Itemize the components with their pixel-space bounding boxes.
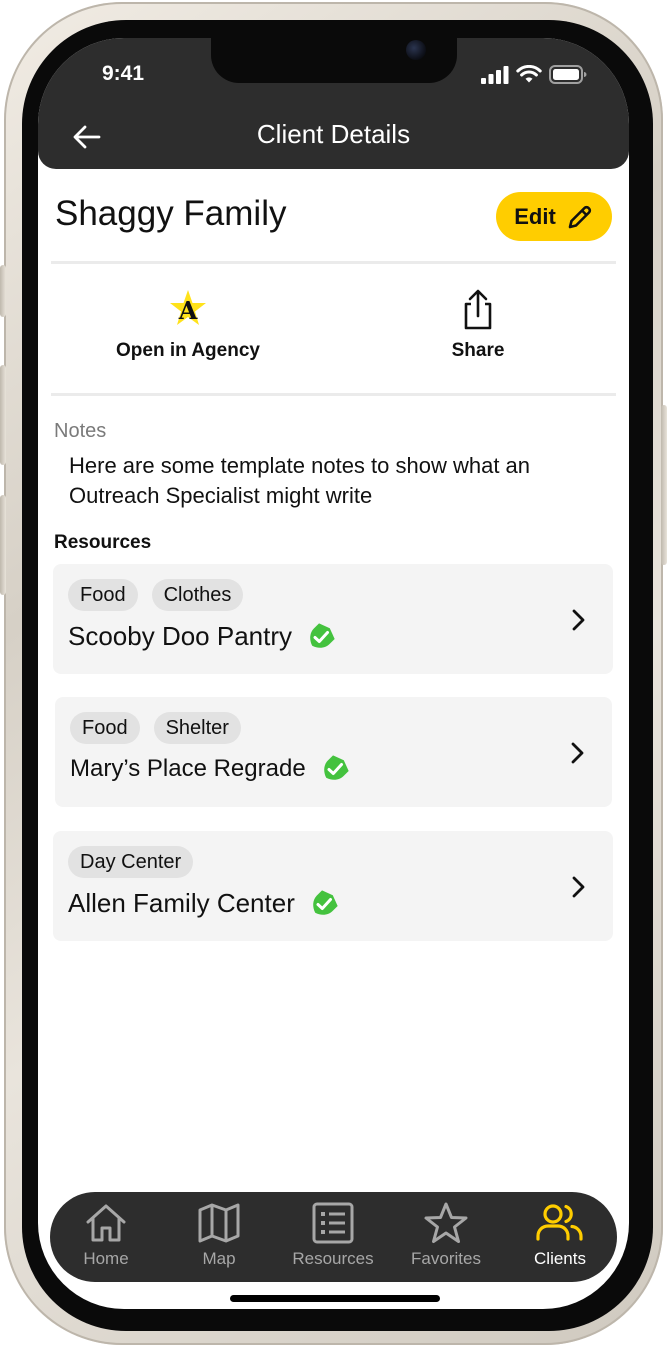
- resource-title: Scooby Doo Pantry: [68, 621, 293, 651]
- battery-icon: [549, 65, 587, 84]
- tab-home[interactable]: Home: [51, 1202, 161, 1269]
- open-in-agency-label: Open in Agency: [116, 340, 260, 361]
- phone-mute-switch: [0, 265, 6, 317]
- tab-map[interactable]: Map: [164, 1202, 274, 1269]
- home-indicator: [230, 1295, 440, 1302]
- tab-label: Home: [83, 1249, 129, 1268]
- resource-card[interactable]: Food Shelter Mary’s Place Regrade: [55, 697, 612, 807]
- tab-clients[interactable]: Clients: [505, 1202, 615, 1269]
- phone-volume-up: [0, 365, 6, 465]
- verified-badge-icon: [323, 755, 349, 780]
- status-time: 9:41: [102, 62, 145, 85]
- tag-list: Food Clothes: [68, 579, 244, 611]
- pencil-icon: [568, 205, 591, 228]
- tag-list: Day Center: [68, 846, 194, 878]
- tab-label: Resources: [292, 1249, 374, 1268]
- status-icons: [481, 65, 587, 84]
- map-icon: [198, 1203, 240, 1243]
- resource-title-row: Scooby Doo Pantry: [68, 621, 336, 652]
- tag: Shelter: [153, 712, 241, 744]
- resource-card[interactable]: Food Clothes Scooby Doo Pantry: [53, 564, 613, 674]
- tab-resources[interactable]: Resources: [278, 1202, 388, 1269]
- resource-title: Mary’s Place Regrade: [70, 755, 306, 782]
- agency-logo-icon: A: [170, 290, 206, 325]
- header-title: Client Details: [256, 119, 411, 149]
- star-icon: [424, 1202, 468, 1243]
- resource-card[interactable]: Day Center Allen Family Center: [53, 831, 613, 941]
- notes-label: Notes: [54, 420, 107, 442]
- verified-badge-icon: [313, 889, 338, 915]
- tab-label: Clients: [534, 1249, 586, 1268]
- share-icon: [464, 289, 492, 330]
- tag: Clothes: [151, 579, 244, 611]
- tab-label: Favorites: [411, 1249, 481, 1268]
- divider: [51, 393, 616, 396]
- verified-badge-icon: [310, 622, 335, 648]
- users-icon: [536, 1204, 583, 1241]
- resources-label: Resources: [54, 532, 152, 553]
- resource-title: Allen Family Center: [68, 888, 295, 918]
- phone-volume-down: [0, 495, 6, 595]
- client-name: Shaggy Family: [55, 194, 287, 233]
- chevron-right-icon: [571, 742, 584, 764]
- edit-button-label: Edit: [514, 203, 556, 229]
- cellular-signal-icon: [481, 65, 509, 84]
- tab-label: Map: [202, 1249, 236, 1268]
- wifi-icon: [516, 65, 542, 83]
- open-in-agency-action[interactable]: A Open in Agency: [88, 288, 288, 362]
- screen: 9:41 Client Details Shaggy Family Edit A…: [38, 38, 629, 1309]
- notes-text: Here are some template notes to show wha…: [69, 453, 531, 508]
- resource-title-row: Mary’s Place Regrade: [70, 754, 350, 784]
- tab-favorites[interactable]: Favorites: [391, 1202, 501, 1269]
- tag-list: Food Shelter: [70, 712, 241, 744]
- phone-power-button: [661, 405, 667, 565]
- tag: Food: [70, 712, 140, 744]
- tag: Food: [68, 579, 138, 611]
- front-camera: [406, 40, 426, 60]
- list-icon: [312, 1202, 354, 1244]
- divider: [51, 261, 616, 264]
- home-icon: [86, 1204, 126, 1242]
- share-label: Share: [451, 340, 505, 361]
- tag: Day Center: [68, 846, 194, 878]
- tab-bar: Home Map Resources Favorites Clients: [50, 1192, 617, 1282]
- share-action[interactable]: Share: [378, 288, 578, 362]
- app-header: 9:41 Client Details: [38, 38, 629, 169]
- resource-title-row: Allen Family Center: [68, 888, 339, 919]
- notch: [211, 38, 457, 83]
- agency-logo-letter: A: [178, 296, 198, 325]
- edit-button[interactable]: Edit: [496, 192, 612, 241]
- chevron-right-icon: [572, 609, 585, 631]
- chevron-right-icon: [572, 876, 585, 898]
